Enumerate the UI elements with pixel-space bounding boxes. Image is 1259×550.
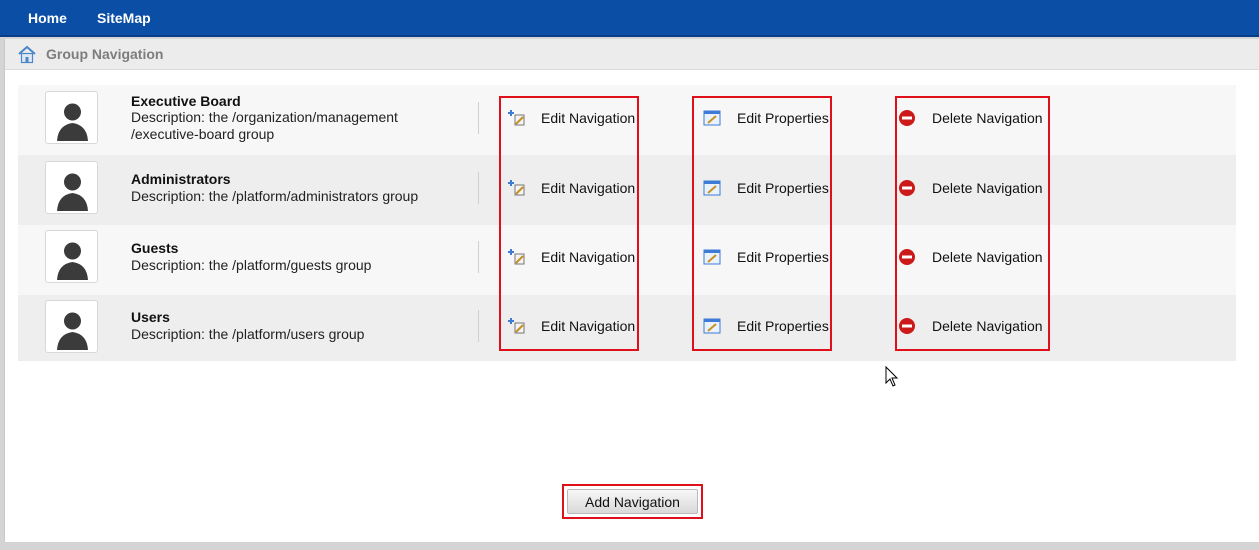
portlet-title-bar: Group Navigation [5,39,1259,70]
edit-navigation-label: Edit Navigation [541,249,636,265]
user-silhouette-icon [57,173,88,211]
delete-icon [899,110,915,126]
group-row-guests: Guests Description: the /platform/guests… [18,225,1236,295]
nav-sitemap-link[interactable]: SiteMap [97,10,151,26]
page-title: Group Navigation [46,46,164,62]
mouse-cursor-icon [885,366,899,387]
edit-properties-icon [703,110,721,126]
delete-navigation-label: Delete Navigation [932,180,1043,196]
edit-navigation-icon [508,249,525,265]
delete-icon [899,180,915,196]
edit-properties-label: Edit Properties [737,180,829,196]
nav-home-link[interactable]: Home [28,10,67,26]
edit-navigation-label: Edit Navigation [541,180,636,196]
delete-navigation-label: Delete Navigation [932,110,1043,126]
add-navigation-button[interactable]: Add Navigation [567,489,698,514]
user-silhouette-icon [57,242,88,280]
group-name: Administrators [131,171,231,187]
row-divider [478,102,479,134]
edit-properties-icon [703,249,721,265]
edit-properties-label: Edit Properties [737,249,829,265]
edit-navigation-icon [508,180,525,196]
edit-navigation-label: Edit Navigation [541,110,636,126]
home-icon [18,45,36,64]
delete-icon [899,249,915,265]
highlight-add-navigation: Add Navigation [562,484,703,519]
user-silhouette-icon [57,103,88,141]
group-description: Description: the /organization/managemen… [131,109,398,142]
edit-navigation-label: Edit Navigation [541,318,636,334]
edit-properties-label: Edit Properties [737,318,829,334]
edit-properties-icon [703,180,721,196]
delete-icon [899,318,915,334]
group-name: Users [131,309,170,325]
group-avatar [45,230,98,283]
group-name: Executive Board [131,93,241,109]
portlet-frame: Group Navigation Executive Board Descrip… [4,39,1259,542]
group-avatar [45,161,98,214]
group-list: Executive Board Description: the /organi… [18,85,1236,361]
delete-navigation-label: Delete Navigation [932,318,1043,334]
delete-navigation-label: Delete Navigation [932,249,1043,265]
edit-navigation-icon [508,110,525,126]
group-row-administrators: Administrators Description: the /platfor… [18,155,1236,225]
group-description: Description: the /platform/users group [131,326,365,342]
bottom-bar [0,542,1259,550]
group-name: Guests [131,240,179,256]
group-description: Description: the /platform/administrator… [131,188,419,204]
edit-properties-label: Edit Properties [737,110,829,126]
group-row-users: Users Description: the /platform/users g… [18,295,1236,361]
row-divider [478,241,479,273]
row-divider [478,310,479,342]
edit-properties-icon [703,318,721,334]
user-silhouette-icon [57,312,88,350]
group-avatar [45,300,98,353]
edit-navigation-icon [508,318,525,334]
top-navigation-bar: Home SiteMap [0,0,1259,37]
group-description: Description: the /platform/guests group [131,257,372,273]
row-divider [478,172,479,204]
group-avatar [45,91,98,144]
group-row-executive-board: Executive Board Description: the /organi… [18,85,1236,155]
